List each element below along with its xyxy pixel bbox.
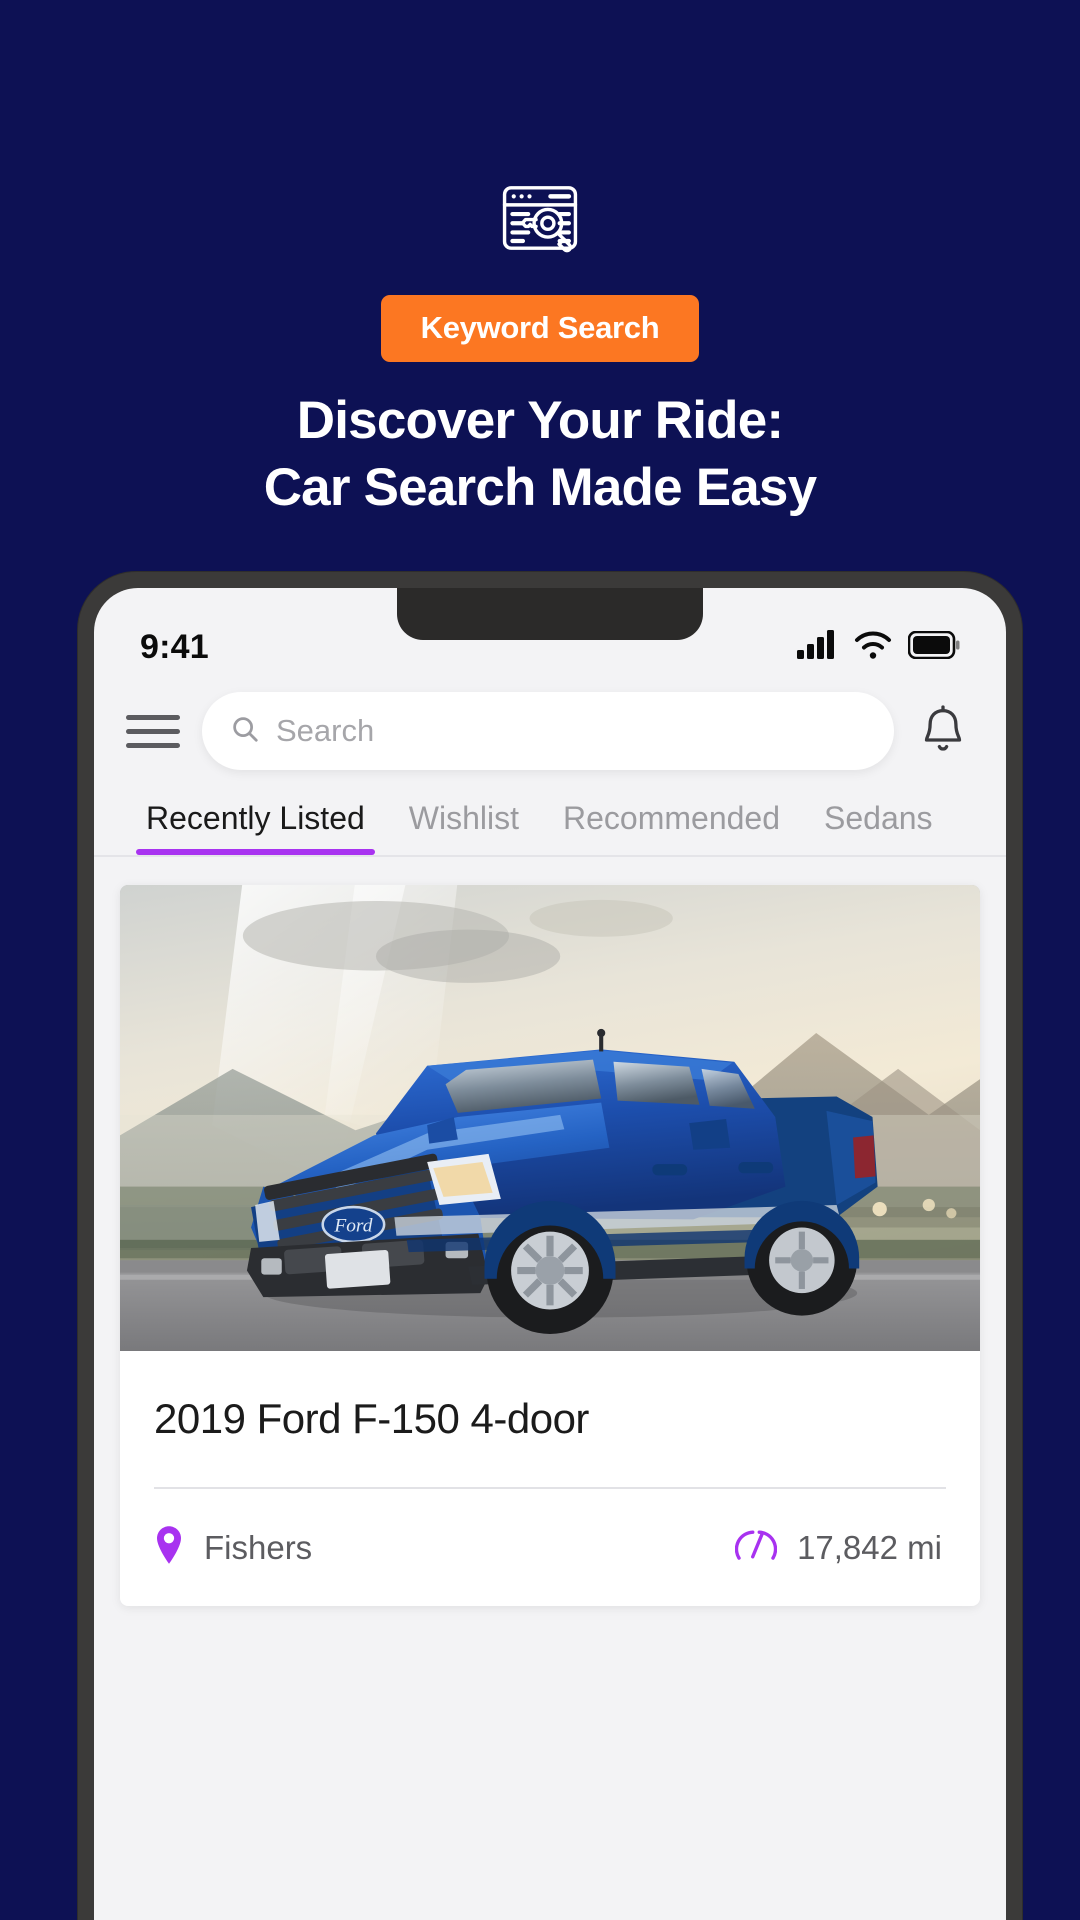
odometer-icon [734, 1528, 778, 1567]
listing-title: 2019 Ford F-150 4-door [154, 1395, 589, 1442]
hero-icon-wrap [0, 176, 1080, 260]
listing-photo: Ford [120, 885, 980, 1351]
listing-card[interactable]: Ford 2019 Ford F-150 4-door Fishers 17,8… [120, 885, 980, 1606]
tab-recently-listed[interactable]: Recently Listed [124, 800, 387, 855]
phone-mockup: 9:41 Search Recently Listed Wishlist Rec… [78, 572, 1022, 1920]
page-title: Discover Your Ride: Car Search Made Easy [0, 388, 1080, 522]
location-label: Fishers [204, 1528, 313, 1566]
svg-text:Ford: Ford [333, 1216, 372, 1237]
headline-line-1: Discover Your Ride: [296, 391, 784, 450]
browser-keyword-search-icon [498, 176, 582, 260]
status-icons [796, 629, 960, 665]
phone-notch [397, 588, 703, 640]
tab-wishlist[interactable]: Wishlist [387, 800, 541, 855]
keyword-search-badge[interactable]: Keyword Search [380, 295, 700, 362]
battery-full-icon [907, 630, 960, 664]
promo-screenshot: Keyword Search Discover Your Ride: Car S… [0, 0, 1080, 1920]
search-placeholder: Search [276, 713, 375, 748]
status-clock: 9:41 [140, 627, 209, 666]
listing-meta: Fishers 17,842 mi [120, 1489, 980, 1606]
search-input[interactable]: Search [202, 692, 894, 770]
tab-sedans[interactable]: Sedans [802, 800, 955, 855]
hamburger-menu-icon[interactable] [126, 714, 180, 748]
wifi-icon [853, 630, 893, 665]
category-tabs: Recently Listed Wishlist Recommended Sed… [94, 784, 1006, 857]
listing-mileage: 17,842 mi [734, 1528, 942, 1567]
cellular-signal-icon [796, 629, 838, 665]
search-icon [230, 714, 260, 749]
headline-line-2: Car Search Made Easy [263, 457, 817, 517]
badge-wrap: Keyword Search [0, 295, 1080, 362]
mileage-label: 17,842 mi [797, 1528, 942, 1566]
location-pin-icon [154, 1525, 184, 1570]
tab-recommended[interactable]: Recommended [541, 800, 802, 855]
bell-icon[interactable] [916, 705, 970, 757]
app-bar: Search [94, 684, 1006, 784]
listing-location: Fishers [154, 1525, 312, 1570]
phone-screen: 9:41 Search Recently Listed Wishlist Rec… [94, 588, 1006, 1920]
